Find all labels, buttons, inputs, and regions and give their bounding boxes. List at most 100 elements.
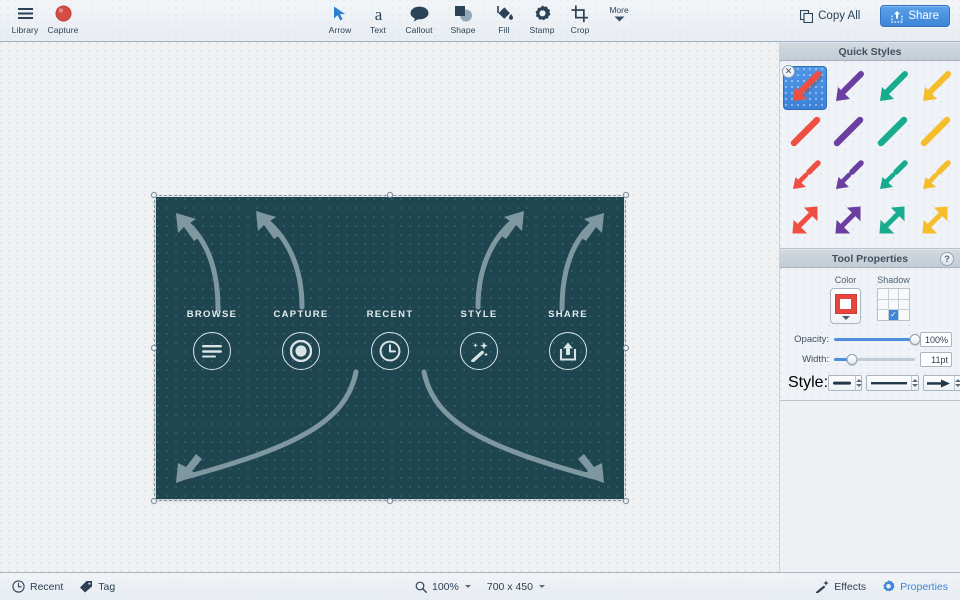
- line-cap-select[interactable]: [828, 375, 862, 391]
- opacity-value[interactable]: 100%: [920, 332, 952, 347]
- magic-wand-icon: [460, 332, 498, 370]
- quick-styles-panel: ✕: [780, 61, 960, 249]
- share-button[interactable]: Share: [880, 5, 950, 27]
- app-window: Library Capture: [0, 0, 960, 600]
- chevron-down-icon[interactable]: [539, 585, 545, 588]
- selected-image-wrapper[interactable]: BROWSE CAPTURE: [156, 197, 624, 499]
- quick-style-arrow-double-red[interactable]: [783, 198, 827, 242]
- resize-handle-ne[interactable]: [623, 192, 629, 198]
- resize-handle-sw[interactable]: [151, 498, 157, 504]
- shadow-cell-se[interactable]: [899, 310, 909, 320]
- tool-arrow[interactable]: Arrow: [321, 0, 359, 35]
- canvas-area[interactable]: BROWSE CAPTURE: [0, 42, 780, 572]
- quick-style-arrow-double-teal[interactable]: [870, 198, 914, 242]
- shadow-cell-sw[interactable]: [878, 310, 888, 320]
- tool-more[interactable]: More: [599, 0, 639, 22]
- quick-style-arrow-double-purple[interactable]: [827, 198, 871, 242]
- tool-text[interactable]: a Text: [359, 0, 397, 35]
- shadow-direction-grid[interactable]: ✓: [877, 288, 910, 321]
- quick-style-arrow-thin-teal[interactable]: [870, 154, 914, 198]
- shadow-cell-e[interactable]: [899, 300, 909, 310]
- share-label: Share: [908, 10, 939, 22]
- shadow-cell-center[interactable]: [889, 300, 899, 310]
- quick-style-line-teal[interactable]: [870, 110, 914, 154]
- resize-handle-s[interactable]: [387, 498, 393, 504]
- arrowhead-select[interactable]: [923, 375, 960, 391]
- record-circle-icon: [282, 332, 320, 370]
- tool-capture-label: Capture: [48, 25, 79, 35]
- quick-style-arrow-thin-purple[interactable]: [827, 154, 871, 198]
- zoom-control[interactable]: 100%: [415, 581, 471, 593]
- mock-item-share: SHARE: [524, 309, 613, 370]
- opacity-knob[interactable]: [910, 334, 921, 345]
- quick-style-arrow-thin-yellow[interactable]: [914, 154, 958, 198]
- resize-handle-w[interactable]: [151, 345, 157, 351]
- tool-capture[interactable]: Capture: [44, 0, 82, 35]
- quick-style-arrow-thin-red[interactable]: [783, 154, 827, 198]
- effects-button[interactable]: Effects: [815, 580, 866, 593]
- resize-handle-e[interactable]: [623, 345, 629, 351]
- arrowhead-icon: [924, 379, 954, 388]
- shadow-cell-nw[interactable]: [878, 289, 888, 299]
- toolbar-center-group: Arrow a Text Callout: [321, 0, 639, 35]
- mock-item-style: STYLE: [435, 309, 524, 370]
- shadow-cell-w[interactable]: [878, 300, 888, 310]
- tool-shape[interactable]: Shape: [441, 0, 485, 35]
- help-icon[interactable]: ?: [940, 252, 954, 266]
- opacity-track-fill: [834, 338, 915, 341]
- arrowhead-stepper-arrows[interactable]: [954, 376, 960, 390]
- mock-label-capture: CAPTURE: [273, 309, 328, 320]
- properties-button[interactable]: Properties: [882, 580, 948, 593]
- main-body: BROWSE CAPTURE: [0, 42, 960, 572]
- color-swatch[interactable]: [835, 294, 857, 314]
- resize-handle-nw[interactable]: [151, 192, 157, 198]
- chevron-down-icon[interactable]: [842, 316, 850, 320]
- clock-icon: [371, 332, 409, 370]
- shadow-cell-s[interactable]: ✓: [889, 310, 899, 320]
- menu-lines-icon: [193, 332, 231, 370]
- copy-all-button[interactable]: Copy All: [790, 5, 870, 27]
- quick-style-arrow-solid-yellow[interactable]: [914, 66, 958, 110]
- canvas-size-control[interactable]: 700 x 450: [487, 581, 545, 593]
- tool-stamp[interactable]: Stamp: [523, 0, 561, 35]
- status-recent-button[interactable]: Recent: [12, 580, 63, 593]
- line-cap-icon: [829, 380, 855, 386]
- toolbar-right-group: Copy All Share: [790, 5, 950, 27]
- mock-label-browse: BROWSE: [187, 309, 238, 320]
- remove-style-badge[interactable]: ✕: [782, 65, 795, 78]
- mock-label-style: STYLE: [460, 309, 497, 320]
- width-value[interactable]: 11pt: [920, 352, 952, 367]
- quick-style-arrow-double-yellow[interactable]: [914, 198, 958, 242]
- status-tag-button[interactable]: Tag: [79, 580, 115, 593]
- tool-crop-label: Crop: [571, 25, 590, 35]
- speech-bubble-icon: [410, 4, 429, 23]
- resize-handle-se[interactable]: [623, 498, 629, 504]
- tool-library[interactable]: Library: [6, 0, 44, 35]
- tool-crop[interactable]: Crop: [561, 0, 599, 35]
- shadow-cell-ne[interactable]: [899, 289, 909, 299]
- opacity-slider[interactable]: [834, 334, 915, 346]
- status-bar: Recent Tag 10: [0, 572, 960, 600]
- quick-style-line-red[interactable]: [783, 110, 827, 154]
- quick-style-arrow-solid-red[interactable]: ✕: [783, 66, 827, 110]
- style-row: Style:: [788, 374, 952, 392]
- quick-style-line-yellow[interactable]: [914, 110, 958, 154]
- quick-style-arrow-solid-teal[interactable]: [870, 66, 914, 110]
- tool-callout[interactable]: Callout: [397, 0, 441, 35]
- quick-style-line-purple[interactable]: [827, 110, 871, 154]
- record-circle-icon: [55, 4, 72, 23]
- line-cap-stepper-arrows[interactable]: [855, 376, 862, 390]
- canvas-image[interactable]: BROWSE CAPTURE: [156, 197, 624, 499]
- width-knob[interactable]: [846, 354, 857, 365]
- line-style-stepper-arrows[interactable]: [911, 376, 918, 390]
- chevron-down-icon[interactable]: [465, 585, 471, 588]
- quick-style-arrow-solid-purple[interactable]: [827, 66, 871, 110]
- shadow-cell-n[interactable]: [889, 289, 899, 299]
- line-style-select[interactable]: [866, 375, 919, 391]
- color-picker-button[interactable]: [830, 288, 861, 324]
- tool-properties-header: Tool Properties ?: [780, 249, 960, 268]
- gear-stamp-icon: [534, 4, 551, 23]
- tool-fill[interactable]: Fill: [485, 0, 523, 35]
- resize-handle-n[interactable]: [387, 192, 393, 198]
- width-slider[interactable]: [834, 354, 915, 366]
